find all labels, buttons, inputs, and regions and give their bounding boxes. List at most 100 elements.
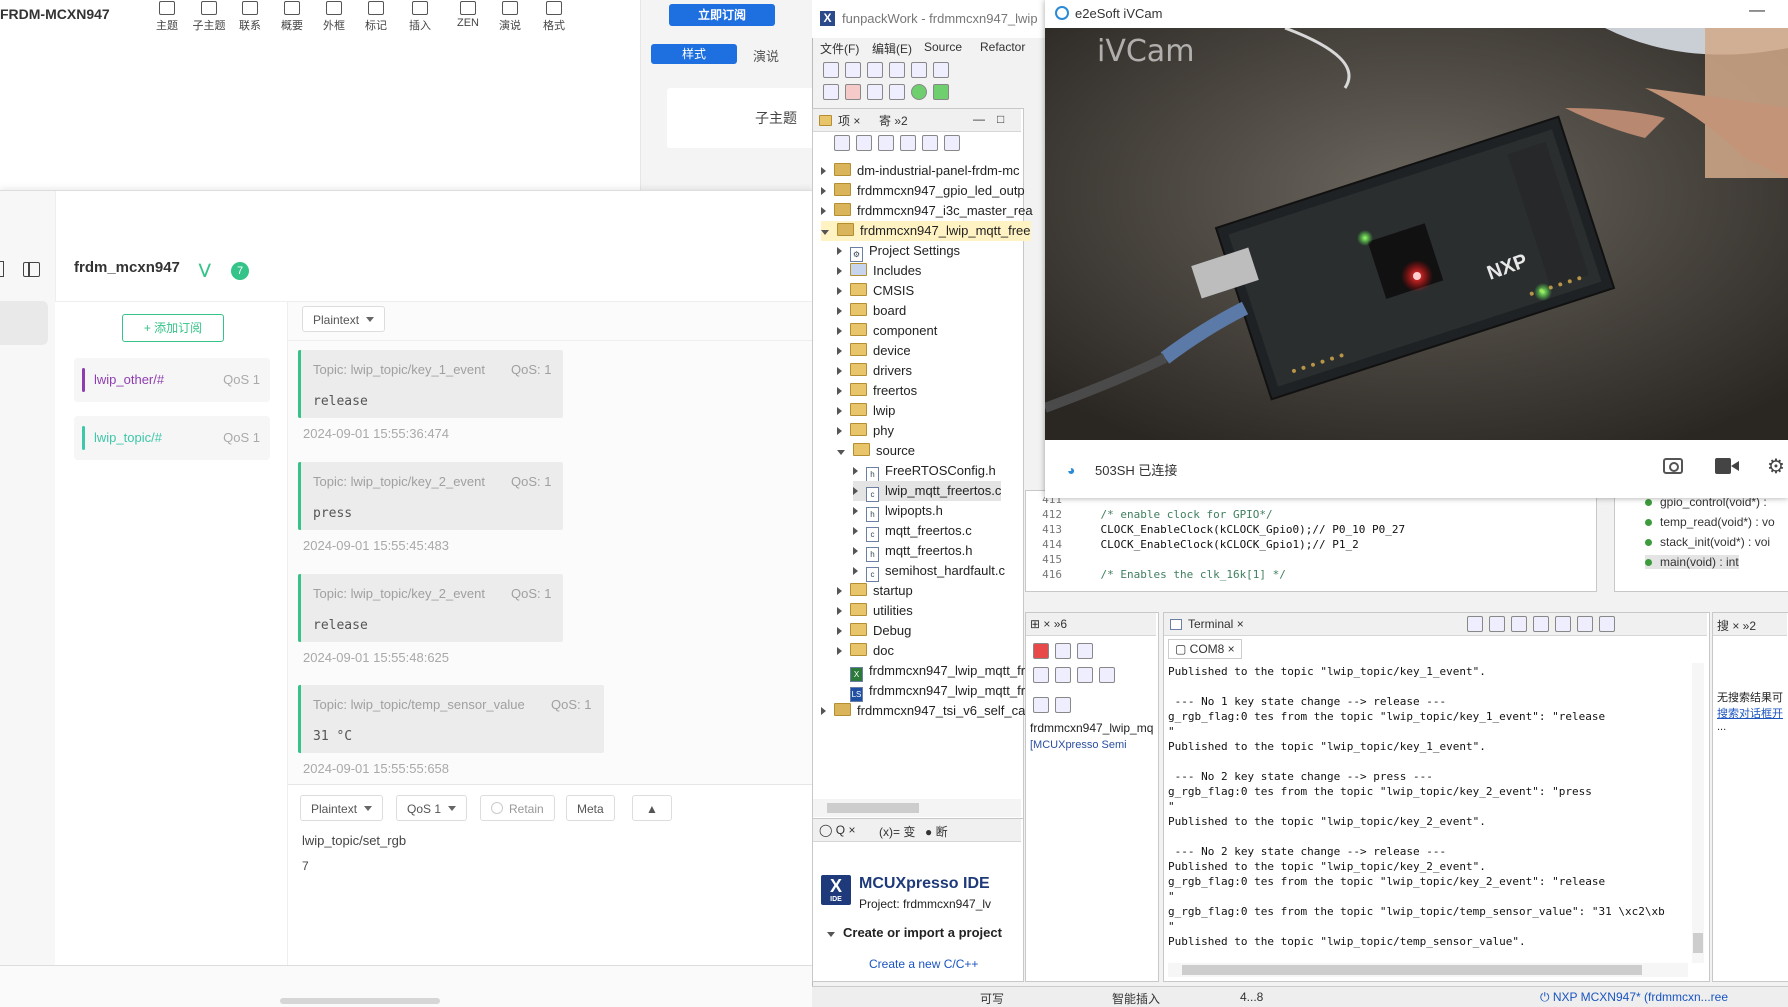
minimize-window-icon[interactable]: — <box>1749 2 1765 20</box>
tree-item[interactable]: dm-industrial-panel-frdm-mc <box>821 161 1020 181</box>
maximize-icon[interactable]: □ <box>997 112 1004 126</box>
menu-edit[interactable]: 编辑(E) <box>872 40 912 57</box>
message-bubble[interactable]: Topic: lwip_topic/key_2_event QoS: 1 relea… <box>298 574 563 642</box>
tab-breakpoints[interactable]: ● 断 <box>925 823 948 840</box>
chevron-right-icon[interactable] <box>837 647 842 655</box>
tab-variables[interactable]: (x)= 变 <box>879 823 915 840</box>
double-chevron-down-icon[interactable]: ⋁ <box>199 261 210 278</box>
tree-item[interactable]: c lwip_mqtt_freertos.c <box>853 481 1002 502</box>
resume-icon[interactable] <box>1099 667 1115 683</box>
chevron-right-icon[interactable] <box>837 367 842 375</box>
tree-item[interactable]: CMSIS <box>837 281 914 301</box>
layout-icon[interactable] <box>933 62 949 78</box>
tree-item[interactable]: drivers <box>837 361 912 381</box>
retain-toggle[interactable]: Retain <box>480 795 555 821</box>
toolbar-star-button[interactable]: 标记 <box>354 0 398 33</box>
subscribe-now-button[interactable]: 立即订阅 <box>669 4 775 26</box>
collapse-up-icon[interactable]: ▲ <box>632 795 672 821</box>
paste-icon[interactable] <box>1533 616 1549 632</box>
terminal-settings-icon[interactable] <box>1467 616 1483 632</box>
tree-item[interactable]: Debug <box>837 621 911 641</box>
scroll-lock-icon[interactable] <box>1577 616 1593 632</box>
tree-item[interactable]: frdmmcxn947_lwip_mqtt_free <box>821 221 1031 241</box>
tree-item[interactable]: c mqtt_freertos.c <box>853 521 972 542</box>
new-icon[interactable] <box>823 62 839 78</box>
open-terminal-icon[interactable] <box>1599 616 1615 632</box>
toolbar-zen-button[interactable]: ZEN <box>446 0 490 29</box>
tree-item[interactable]: c semihost_hardfault.c <box>853 561 1005 582</box>
outline-item[interactable]: stack_init(void*) : voi <box>1645 535 1770 549</box>
tree-item[interactable]: source <box>837 441 915 461</box>
chevron-right-icon[interactable] <box>821 207 826 215</box>
chevron-right-icon[interactable] <box>837 307 842 315</box>
menu-source[interactable]: Source <box>924 40 962 54</box>
tree-hscroll[interactable] <box>813 799 1021 817</box>
tab-registers[interactable]: 寄 »2 <box>879 112 908 129</box>
debug-session-item[interactable]: [MCUXpresso Semi <box>1030 739 1127 751</box>
message-bubble[interactable]: Topic: lwip_topic/key_2_event QoS: 1 press <box>298 462 563 530</box>
chevron-right-icon[interactable] <box>837 587 842 595</box>
chevron-right-icon[interactable] <box>837 607 842 615</box>
tree-item[interactable]: Xfrdmmcxn947_lwip_mqtt_fr <box>837 661 1025 682</box>
step-icon[interactable] <box>1033 667 1049 683</box>
chevron-right-icon[interactable] <box>837 407 842 415</box>
chevron-right-icon[interactable] <box>853 527 858 535</box>
terminal-vscroll[interactable] <box>1692 663 1704 963</box>
subscription-item[interactable]: lwip_topic/# QoS 1 <box>74 416 270 460</box>
tree-item[interactable]: frdmmcxn947_tsi_v6_self_cap <box>821 701 1033 721</box>
settings-icon[interactable] <box>889 62 905 78</box>
tab-project-explorer[interactable]: 项 × <box>819 112 860 129</box>
chevron-right-icon[interactable] <box>853 567 858 575</box>
build-icon[interactable] <box>911 62 927 78</box>
stop-icon[interactable] <box>845 84 861 100</box>
tree-item[interactable]: lwip <box>837 401 895 421</box>
tree-item[interactable]: Includes <box>837 261 921 281</box>
terminate-icon[interactable] <box>1033 643 1049 659</box>
terminal-hscroll[interactable] <box>1168 963 1688 977</box>
external-tools-icon[interactable] <box>933 84 949 100</box>
search-dialog-link[interactable]: 搜索对话框开 <box>1717 705 1783 721</box>
publish-format-select[interactable]: Plaintext <box>300 795 384 821</box>
chevron-right-icon[interactable] <box>837 627 842 635</box>
tree-item[interactable]: h mqtt_freertos.h <box>853 541 972 562</box>
tab-quickstart[interactable]: ◯ Q × <box>819 823 855 837</box>
tab-debug[interactable]: ⊞ × »6 <box>1030 617 1067 631</box>
message-bubble[interactable]: Topic: lwip_topic/key_1_event QoS: 1 relea… <box>298 350 563 418</box>
toolbar-link-button[interactable]: 联系 <box>228 0 272 33</box>
chevron-right-icon[interactable] <box>837 327 842 335</box>
tree-item[interactable]: ⚙ Project Settings <box>837 241 960 262</box>
save-all-icon[interactable] <box>867 62 883 78</box>
monitor-icon[interactable] <box>1055 697 1071 713</box>
tab-present[interactable]: 演说 <box>753 46 779 65</box>
publish-topic-input[interactable]: lwip_topic/set_rgb <box>302 833 406 848</box>
tree-item[interactable]: freertos <box>837 381 917 401</box>
tab-search[interactable]: 搜 × »2 <box>1717 617 1756 634</box>
tree-item[interactable]: phy <box>837 421 894 441</box>
tree-item[interactable]: LS frdmmcxn947_lwip_mqtt_fr <box>837 681 1025 702</box>
sync-icon[interactable] <box>922 135 938 151</box>
toolbar-summary-button[interactable]: 概要 <box>270 0 314 33</box>
clear-icon[interactable] <box>1555 616 1571 632</box>
chevron-right-icon[interactable] <box>837 267 842 275</box>
outline-item[interactable]: temp_read(void*) : vo <box>1645 515 1775 529</box>
quickstart-section[interactable]: Create or import a project <box>827 925 1002 940</box>
run-icon[interactable] <box>911 84 927 100</box>
remove-icon[interactable] <box>1055 643 1071 659</box>
disconnect-icon[interactable] <box>1489 616 1505 632</box>
grid-icon[interactable] <box>900 135 916 151</box>
toolbar-format-button[interactable]: 格式 <box>532 0 576 33</box>
settings-gear-icon[interactable]: ⚙ <box>1767 454 1785 479</box>
toolbar-topic-button[interactable]: 主题 <box>145 0 189 33</box>
meta-button[interactable]: Meta <box>566 795 615 821</box>
publish-qos-select[interactable]: QoS 1 <box>396 795 468 821</box>
chevron-right-icon[interactable] <box>837 247 842 255</box>
step-over-icon[interactable] <box>1055 667 1071 683</box>
active-connection-tab[interactable] <box>0 301 48 345</box>
toolbar-frame-button[interactable]: 外框 <box>312 0 356 33</box>
filter-icon[interactable] <box>878 135 894 151</box>
tree-item[interactable]: utilities <box>837 601 913 621</box>
tree-item[interactable]: h lwipopts.h <box>853 501 943 522</box>
tree-item[interactable]: startup <box>837 581 913 601</box>
tree-item[interactable]: frdmmcxn947_i3c_master_rea <box>821 201 1033 221</box>
camera-snapshot-icon[interactable] <box>1663 458 1683 474</box>
